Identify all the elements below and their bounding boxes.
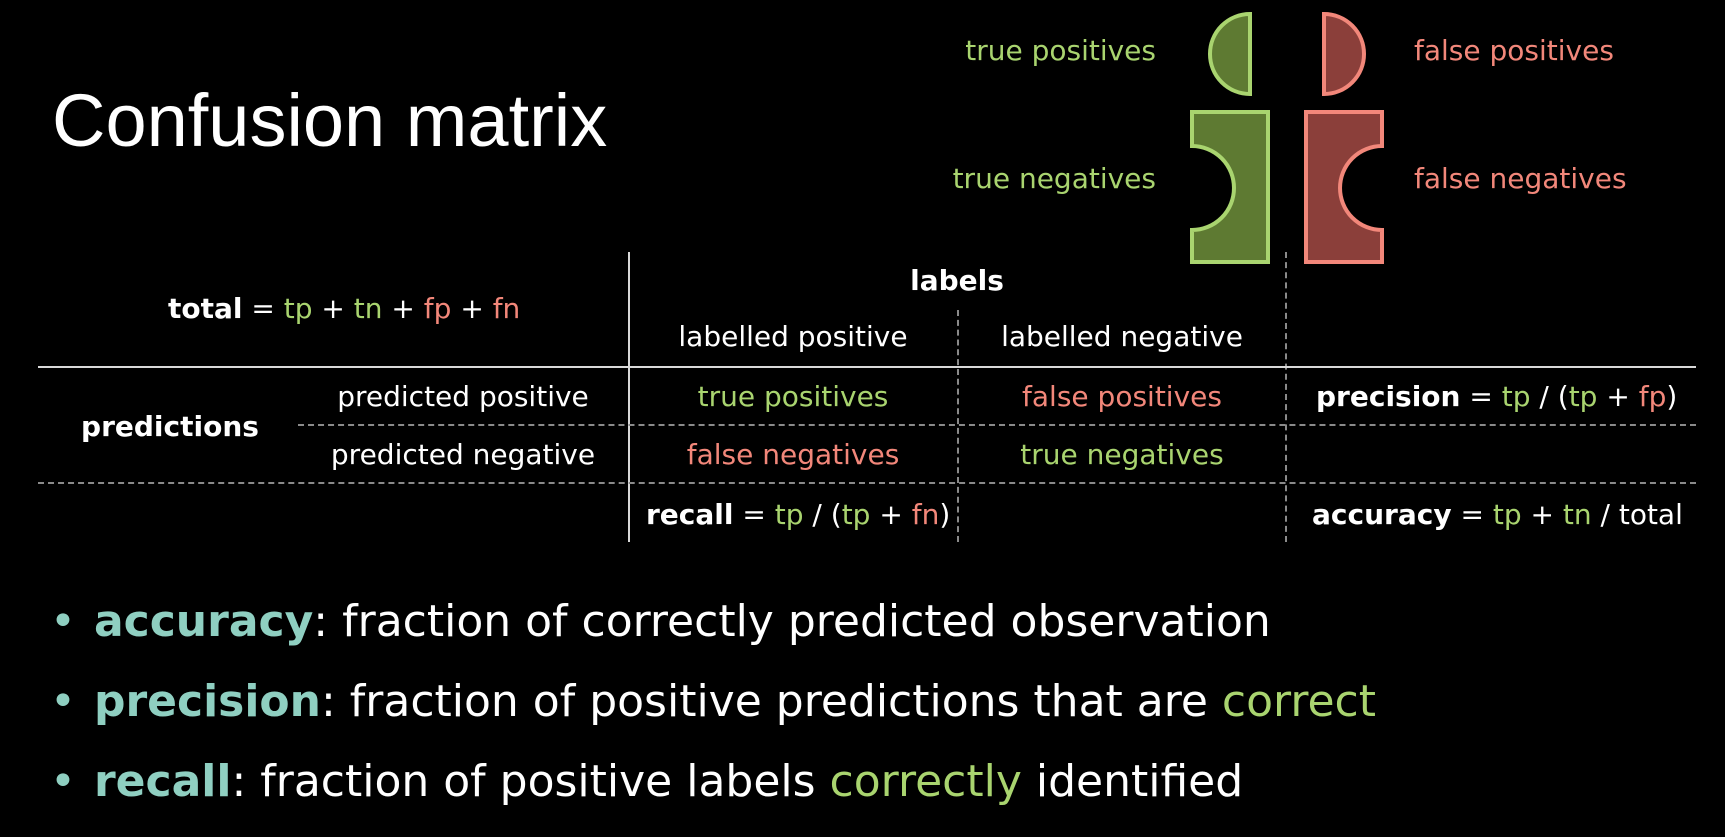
row-predicted-negative: predicted negative — [330, 438, 596, 471]
bullet-dot-icon: • — [50, 676, 76, 727]
false-negative-shape — [1304, 110, 1384, 264]
recall-formula: recall = tp / (tp + fn) — [646, 498, 951, 531]
cell-false-negatives: false negatives — [686, 438, 900, 471]
precision-formula: precision = tp / (tp + fp) — [1316, 380, 1678, 413]
bullet-precision: • precision: fraction of positive predict… — [50, 676, 1376, 727]
legend-label-true-negatives: true negatives — [952, 162, 1156, 195]
bullet-accuracy: • accuracy: fraction of correctly predict… — [50, 596, 1271, 647]
table-divider-dashed-2 — [1285, 252, 1287, 542]
predictions-header: predictions — [81, 410, 259, 443]
total-term: total — [168, 292, 243, 325]
bullet-dot-icon: • — [50, 756, 76, 807]
bullet-recall: • recall: fraction of positive labels cor… — [50, 756, 1244, 807]
labels-header: labels — [910, 264, 1004, 297]
legend-shapes — [1190, 11, 1384, 264]
cell-true-positives: true positives — [697, 380, 889, 413]
bullet-dot-icon: • — [50, 596, 76, 647]
table-divider-row — [298, 424, 1696, 426]
cell-false-positives: false positives — [1022, 380, 1222, 413]
page-title: Confusion matrix — [52, 79, 608, 162]
table-divider-header — [38, 366, 1696, 368]
col-labelled-negative: labelled negative — [1001, 320, 1243, 353]
false-positive-shape — [1322, 11, 1366, 97]
true-negative-shape — [1190, 110, 1270, 264]
true-positive-shape — [1208, 11, 1252, 97]
cell-true-negatives: true negatives — [1020, 438, 1224, 471]
total-formula: total = tp + tn + fp + fn — [168, 292, 521, 325]
legend-label-false-negatives: false negatives — [1414, 162, 1627, 195]
table-divider-bottom — [38, 482, 1696, 484]
col-labelled-positive: labelled positive — [678, 320, 908, 353]
accuracy-formula: accuracy = tp + tn / total — [1312, 498, 1683, 531]
legend-label-true-positives: true positives — [965, 34, 1156, 67]
legend-label-false-positives: false positives — [1414, 34, 1614, 67]
row-predicted-positive: predicted positive — [337, 380, 589, 413]
